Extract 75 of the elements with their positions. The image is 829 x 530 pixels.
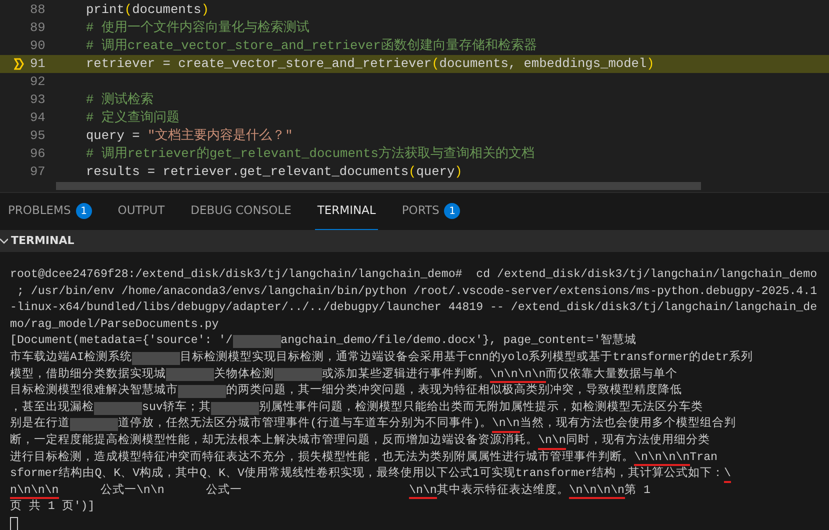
terminal-output-text: mo/rag_model/ParseDocuments.py	[10, 316, 219, 333]
terminal-output-text: ，甚至出现漏检	[10, 400, 94, 416]
terminal-output-text: 同时，现有方法使用细分类	[566, 432, 710, 449]
panel-tab[interactable]: PROBLEMS 1	[6, 193, 94, 230]
underlined-output-text: n\n\n\n	[10, 482, 59, 500]
terminal-output-text: 模型，借助细分类数据实现城	[10, 366, 166, 383]
redaction-block	[70, 418, 118, 432]
terminal-output-text: 关物体检测	[214, 366, 274, 383]
terminal-output-text: 目标检测模型很难解决智慧城市	[10, 383, 178, 400]
terminal-output-text: -linux-x64/bundled/libs/debugpy/adapter/../../debugpy/launcher 44819 -- /extend_disk/disk3/tj/langchain/langchain_de	[10, 300, 818, 316]
terminal-output-text: 当然，现有方法也会使用多个模型组合判	[520, 416, 736, 432]
line-number: 90	[30, 37, 46, 56]
underlined-output-text: \n\n\n\n	[634, 450, 690, 466]
terminal-output-text: 断，一定程度能提高检测模型性能，却无法根本上解决城市管理问题，反而增加边端设备资源消耗。	[10, 432, 538, 449]
terminal-output-text: 其中表示特征表达维度。	[436, 482, 569, 499]
redaction-block	[274, 368, 322, 382]
line-number: 94	[30, 109, 46, 128]
underlined-output-text: \n\n	[492, 416, 520, 433]
line-number: 93	[30, 91, 46, 110]
terminal-output-text: ; /usr/bin/env /home/anaconda3/envs/langchain/bin/python /root/.vscode-server/extensions/ms-python.debugpy-2025.4.1	[16, 284, 818, 300]
underlined-output-text: \n\n	[538, 432, 566, 450]
line-number: 96	[30, 145, 46, 164]
line-number: 89	[30, 19, 46, 38]
code-line: # 调用create_vector_store_and_retriever函数创建向量存储和检索器	[85, 37, 537, 56]
terminal-output-text: suv轿车；其	[142, 400, 211, 416]
panel-tab[interactable]: PORTS 1	[400, 193, 462, 230]
redaction-block	[132, 352, 180, 365]
terminal-output-text: 公式一\n\n 公式一	[99, 482, 244, 499]
terminal-output-text: angchain_demo/file/demo.docx'}, page_content='智慧城	[280, 333, 637, 350]
code-line: # 定义查询问题	[85, 109, 180, 128]
terminal-output-text: 道停放，任然无法区分城市管理事件(行道与车道车分别为不同事件)。	[118, 416, 492, 432]
breakpoint-arrow-icon	[14, 58, 24, 70]
count-badge: 1	[76, 203, 92, 219]
code-line: retriever = create_vector_store_and_retriever(documents, embeddings_model)	[85, 55, 654, 74]
terminal-output-text: root@dcee24769f28:/extend_disk/disk3/tj/langchain/langchain_demo# cd /extend_disk/disk3/tj/langchain/langchain_demo	[10, 267, 818, 283]
scrollbar-thumb[interactable]	[56, 182, 701, 190]
panel-tab[interactable]: DEBUG CONSOLE	[188, 193, 294, 230]
terminal-output-text: [Document(metadata={'source': '/	[10, 333, 233, 350]
terminal-output-text: 或添加某些逻辑进行事件判断。	[322, 366, 490, 383]
terminal-output-text: 而仅依靠大量数据与单个	[546, 366, 678, 383]
count-badge: 1	[444, 203, 460, 219]
terminal-output-text: 别是在行道	[10, 416, 70, 432]
underlined-output-text: \n\n\n\n	[568, 482, 625, 500]
code-line: print(documents)	[85, 1, 209, 20]
redaction-block	[94, 402, 142, 415]
line-number: 92	[30, 73, 46, 92]
code-line: results = retriever.get_relevant_documents(query)	[85, 163, 462, 182]
line-number: 95	[30, 127, 46, 146]
section-title: TERMINAL	[11, 232, 74, 249]
terminal-output-text: 进行目标检测，造成模型特征冲突而特征表达不充分，损失模型性能，也无法为类别附属属性进行城市管理事件判断。	[10, 450, 634, 466]
code-line: # 使用一个文件内容向量化与检索测试	[85, 19, 310, 38]
terminal-output-text: 别属性事件问题，检测模型只能给出类而无附加属性提示，如检测模型无法区分车类	[258, 400, 703, 416]
terminal-output-text: Tran	[690, 450, 718, 466]
underlined-output-text: \	[724, 466, 731, 483]
redaction-block	[166, 368, 214, 382]
line-number: 91	[30, 55, 46, 74]
chevron-icon[interactable]	[0, 237, 8, 245]
terminal-output-text: 页 共 1 页')]	[10, 499, 95, 516]
line-number: 97	[30, 163, 46, 182]
redaction-block	[178, 384, 226, 398]
terminal-cursor	[10, 517, 18, 530]
terminal-output-text: 市车载边端AI检测系统	[10, 350, 132, 366]
redaction-block	[210, 402, 259, 415]
code-line: query = "文档主要内容是什么？"	[85, 127, 293, 146]
underlined-output-text: \n\n	[409, 482, 437, 500]
code-line: # 测试检索	[85, 91, 154, 110]
underlined-output-text: \n\n\n\n	[490, 366, 546, 384]
panel-tab[interactable]: OUTPUT	[116, 193, 167, 230]
code-line: # 调用retriever的get_relevant_documents方法获取与查询相关的文档	[85, 145, 534, 164]
line-number: 88	[30, 1, 46, 20]
terminal-output-text: sformer结构由Q、K、V构成，其中Q、K、V使用常规线性卷积实现，最终使用以下公式1可实现transformer结构，其计算公式如下：	[10, 466, 724, 482]
terminal-output-text: 目标检测模型实现目标检测，通常边端设备会采用基于cnn的yolo系列模型或基于transformer的detr系列	[180, 350, 753, 366]
redaction-block	[232, 335, 281, 348]
terminal-output-text: 的两类问题，其一细分类冲突问题，表现为特征相似极高类别冲突，导致模型精度降低	[226, 383, 682, 400]
terminal-output-text: 第 1	[624, 482, 650, 499]
